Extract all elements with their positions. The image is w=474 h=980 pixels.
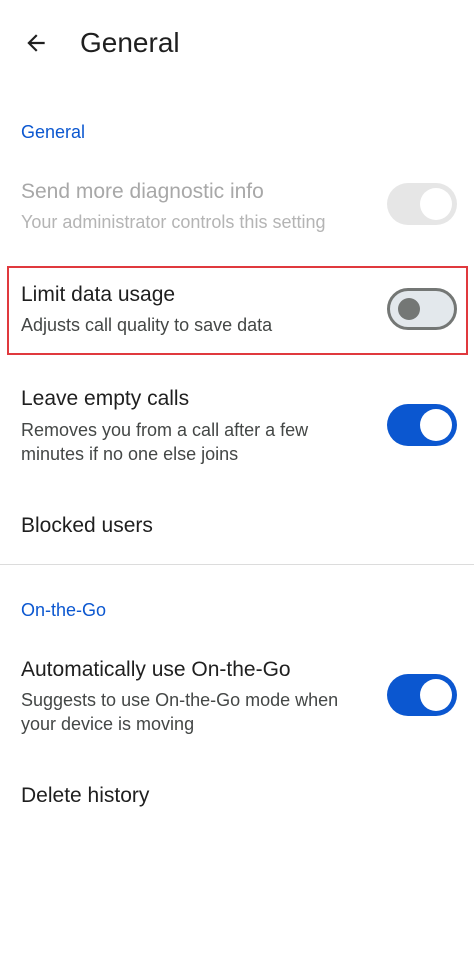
setting-title: Send more diagnostic info [21,180,264,203]
setting-subtitle: Suggests to use On-the-Go mode when your… [21,690,339,734]
setting-subtitle: Your administrator controls this setting [21,212,326,232]
setting-title: Leave empty calls [21,387,190,410]
setting-title: Automatically use On-the-Go [21,658,291,681]
setting-title: Delete history [21,784,150,807]
toggle-thumb [420,409,452,441]
toggle-thumb [398,298,420,320]
setting-row-limit-data[interactable]: Limit data usage Adjusts call quality to… [0,276,474,348]
arrow-back-icon [27,34,45,52]
setting-row-delete-history[interactable]: Delete history [0,770,474,822]
diagnostic-toggle [387,183,457,225]
setting-row-auto-on-the-go[interactable]: Automatically use On-the-Go Suggests to … [0,650,474,740]
back-button[interactable] [14,21,58,65]
limit-data-toggle[interactable] [387,288,457,330]
setting-row-diagnostic: Send more diagnostic info Your administr… [0,172,474,252]
section-header-on-the-go: On-the-Go [21,600,107,620]
toggle-thumb [420,679,452,711]
setting-title: Limit data usage [21,283,176,306]
section-divider [0,564,474,565]
toggle-thumb [420,188,452,220]
page-title: General [80,27,180,58]
settings-page: General General Send more diagnostic inf… [0,0,474,980]
leave-empty-toggle[interactable] [387,404,457,446]
section-header-general: General [21,122,86,142]
setting-title: Blocked users [21,514,153,537]
setting-subtitle: Adjusts call quality to save data [21,315,273,335]
app-bar: General [0,0,474,88]
setting-row-leave-empty[interactable]: Leave empty calls Removes you from a cal… [0,380,474,470]
setting-row-blocked-users[interactable]: Blocked users [0,500,474,552]
auto-on-the-go-toggle[interactable] [387,674,457,716]
setting-subtitle: Removes you from a call after a few minu… [21,420,309,464]
